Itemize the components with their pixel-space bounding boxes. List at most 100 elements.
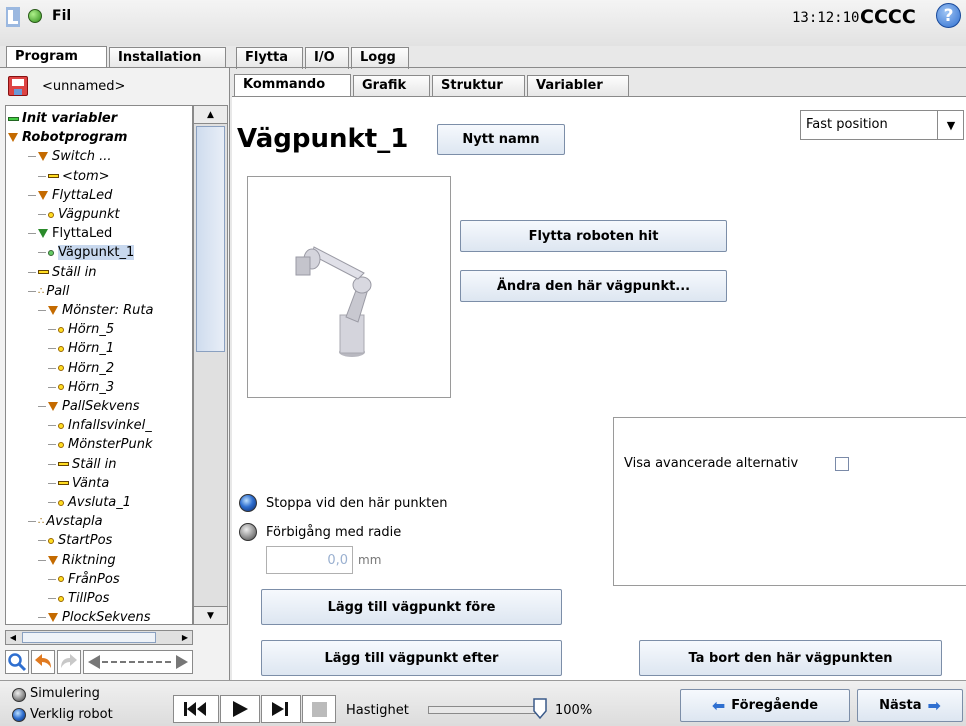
speed-slider-handle[interactable]: [532, 698, 548, 720]
search-icon[interactable]: [5, 650, 29, 674]
rename-button[interactable]: Nytt namn: [437, 124, 565, 155]
next-button[interactable]: Nästa ➡: [857, 689, 963, 722]
simulation-label: Simulering: [30, 686, 100, 701]
save-icon[interactable]: [8, 76, 28, 96]
tree-node[interactable]: Infallsvinkel_: [48, 416, 152, 435]
tree-connector: [28, 521, 36, 523]
tree-node[interactable]: Robotprogram: [8, 128, 127, 147]
tree-connector: [48, 425, 56, 427]
tree-node[interactable]: FrånPos: [48, 570, 120, 589]
tab-io[interactable]: I/O: [305, 47, 349, 69]
tree-node[interactable]: Vägpunkt_1: [38, 243, 135, 262]
undo-icon[interactable]: [31, 650, 55, 674]
tree-toolbar: [5, 650, 225, 676]
tree-node[interactable]: Init variabler: [8, 109, 117, 128]
tree-node[interactable]: FlyttaLed: [28, 224, 112, 243]
expand-icon: [48, 613, 58, 623]
file-menu[interactable]: Fil: [52, 8, 71, 24]
tree-node[interactable]: Vägpunkt: [38, 205, 120, 224]
help-icon[interactable]: ?: [936, 3, 961, 28]
real-robot-radio[interactable]: [12, 708, 26, 722]
tree-node[interactable]: FlyttaLed: [28, 186, 112, 205]
ur-logo-icon: [6, 7, 20, 27]
previous-button[interactable]: ⬅ Föregående: [680, 689, 850, 722]
tree-node-label: FlyttaLed: [52, 226, 113, 242]
tree-node[interactable]: Mönster: Ruta: [38, 301, 153, 320]
advanced-checkbox[interactable]: [835, 457, 849, 471]
tree-node-label: Init variabler: [22, 111, 118, 126]
tree-node[interactable]: Avsluta_1: [48, 493, 131, 512]
waypoint-icon: [58, 326, 64, 333]
tree-node[interactable]: MönsterPunk: [48, 435, 152, 454]
tab-graphics[interactable]: Grafik: [353, 75, 430, 97]
move-here-button[interactable]: Flytta roboten hit: [460, 220, 727, 252]
simulation-radio[interactable]: [12, 688, 26, 702]
tree-hscrollbar[interactable]: ◀ ▶: [5, 630, 193, 645]
tab-variables-label: Variabler: [536, 78, 603, 93]
tree-node[interactable]: TillPos: [48, 589, 109, 608]
tree-node[interactable]: StartPos: [38, 531, 112, 550]
stop-icon[interactable]: [302, 695, 336, 723]
tree-node[interactable]: <tom>: [38, 167, 110, 186]
scroll-down-icon[interactable]: ▼: [194, 606, 227, 624]
tree-node[interactable]: Riktning: [38, 551, 116, 570]
tree-node[interactable]: ∴ Avstapla: [28, 512, 103, 531]
tree-connector: [48, 463, 56, 465]
tree-node-label: Hörn_3: [68, 379, 115, 395]
tree-connector: [48, 386, 56, 388]
stop-radio[interactable]: [239, 494, 257, 512]
position-select[interactable]: Fast position ▼: [800, 110, 964, 140]
redo-icon[interactable]: [57, 650, 81, 674]
edit-waypoint-button[interactable]: Ändra den här vägpunkt...: [460, 270, 727, 302]
play-icon[interactable]: [220, 695, 260, 723]
step-icon[interactable]: [261, 695, 301, 723]
tab-move[interactable]: Flytta: [236, 47, 303, 69]
scroll-thumb[interactable]: [196, 126, 225, 352]
tree-node[interactable]: Hörn_3: [48, 378, 114, 397]
tab-installation-label: Installation: [118, 50, 202, 65]
add-before-button[interactable]: Lägg till vägpunkt före: [261, 589, 562, 625]
scroll-up-icon[interactable]: ▲: [194, 106, 227, 124]
waypoint-icon: [58, 422, 64, 429]
tab-structure-label: Struktur: [441, 78, 503, 93]
tree-node[interactable]: ∴ Pall: [28, 282, 69, 301]
blend-radio[interactable]: [239, 523, 257, 541]
tree-node[interactable]: Vänta: [48, 474, 109, 493]
empty-node-icon: [48, 174, 59, 179]
empty-node-icon: [38, 270, 49, 275]
add-after-button[interactable]: Lägg till vägpunkt efter: [261, 640, 562, 676]
delete-waypoint-button[interactable]: Ta bort den här vägpunkten: [639, 640, 942, 676]
tab-structure[interactable]: Struktur: [432, 75, 525, 97]
tab-installation[interactable]: Installation: [109, 47, 226, 69]
tab-command[interactable]: Kommando: [234, 74, 351, 98]
program-tree[interactable]: Init variabler Robotprogram Switch ... <tom…: [5, 105, 193, 625]
tree-node-label: Vägpunkt: [58, 207, 120, 222]
tab-variables[interactable]: Variabler: [527, 75, 629, 97]
blend-radius-input[interactable]: 0,0: [266, 546, 353, 574]
tree-node-label: PlockSekvens: [62, 610, 151, 625]
tree-connector: [48, 482, 56, 484]
tree-scrollbar[interactable]: ▲ ▼: [193, 105, 228, 625]
tab-log[interactable]: Logg: [351, 47, 409, 69]
tree-node[interactable]: Ställ in: [28, 263, 97, 282]
waypoint-icon: [58, 499, 64, 506]
hscroll-thumb[interactable]: [22, 632, 156, 643]
scroll-right-icon[interactable]: ▶: [178, 631, 192, 644]
tree-node-label: Vänta: [72, 475, 110, 491]
tree-node[interactable]: Switch ...: [28, 147, 112, 166]
tree-node[interactable]: Ställ in: [48, 455, 117, 474]
tree-node[interactable]: Hörn_5: [48, 320, 114, 339]
tree-node[interactable]: PallSekvens: [38, 397, 140, 416]
speed-slider[interactable]: [428, 706, 540, 714]
tree-node[interactable]: Hörn_1: [48, 339, 114, 358]
move-node-icon[interactable]: [83, 650, 193, 674]
tree-connector: [48, 444, 56, 446]
tree-node[interactable]: PlockSekvens: [38, 608, 151, 625]
scroll-left-icon[interactable]: ◀: [6, 631, 20, 644]
tree-connector: [38, 540, 46, 542]
tree-connector: [28, 271, 36, 273]
tree-node[interactable]: Hörn_2: [48, 359, 114, 378]
waypoint-icon: [58, 384, 64, 391]
skip-back-icon[interactable]: [173, 695, 219, 723]
waypoint-icon: [48, 537, 54, 544]
